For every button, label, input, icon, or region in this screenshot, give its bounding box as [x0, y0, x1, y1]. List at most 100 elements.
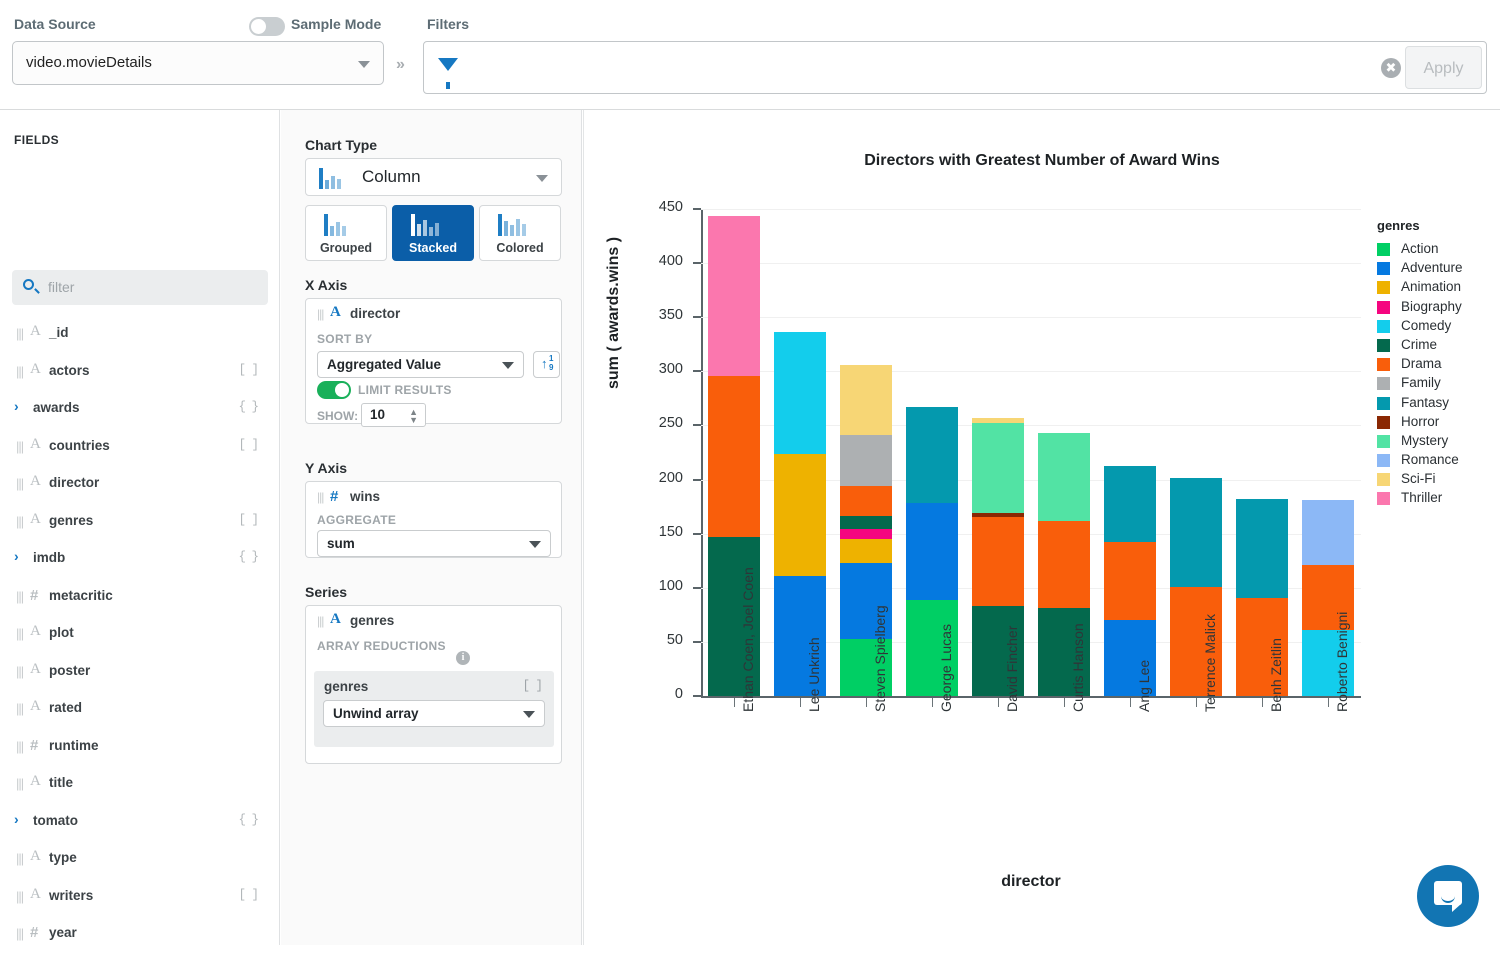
data-source-value: video.movieDetails — [26, 54, 152, 71]
y-axis-field-row[interactable]: ||| # wins — [306, 482, 561, 508]
drag-handle-icon[interactable]: ||| — [16, 626, 23, 641]
legend-item[interactable]: Drama — [1377, 355, 1497, 374]
legend-item[interactable]: Comedy — [1377, 317, 1497, 336]
drag-handle-icon[interactable]: ||| — [317, 490, 323, 504]
bar-segment[interactable] — [840, 365, 893, 435]
bar-segment[interactable] — [774, 332, 827, 453]
aggregate-select[interactable]: sum — [317, 530, 551, 557]
field-row-genres[interactable]: |||Agenres[ ] — [0, 503, 280, 541]
legend-item[interactable]: Family — [1377, 374, 1497, 393]
bar-segment[interactable] — [906, 407, 959, 503]
expand-chevron-icon[interactable]: › — [14, 398, 19, 414]
drag-handle-icon[interactable]: ||| — [16, 514, 23, 529]
bar-segment[interactable] — [840, 435, 893, 486]
bar-segment[interactable] — [708, 216, 761, 376]
legend-item[interactable]: Adventure — [1377, 259, 1497, 278]
stepper-icon[interactable]: ▲▼ — [409, 408, 418, 424]
bar-segment[interactable] — [1038, 521, 1091, 609]
field-row-poster[interactable]: |||Aposter — [0, 653, 280, 691]
legend-item[interactable]: Romance — [1377, 451, 1497, 470]
field-row-writers[interactable]: |||Awriters[ ] — [0, 878, 280, 916]
filter-input-container[interactable]: ✖ Apply — [423, 41, 1487, 94]
bar-segment[interactable] — [774, 454, 827, 576]
bar-segment[interactable] — [840, 486, 893, 516]
bar-segment[interactable] — [906, 503, 959, 599]
field-row-tomato[interactable]: ›tomato{ } — [0, 803, 280, 841]
legend-item[interactable]: Biography — [1377, 298, 1497, 317]
drag-handle-icon[interactable]: ||| — [317, 307, 323, 321]
drag-handle-icon[interactable]: ||| — [16, 326, 23, 341]
series-field-row[interactable]: ||| A genres — [306, 606, 561, 632]
field-row-imdb[interactable]: ›imdb{ } — [0, 540, 280, 578]
legend-item[interactable]: Mystery — [1377, 432, 1497, 451]
drag-handle-icon[interactable]: ||| — [16, 739, 23, 754]
apply-button[interactable]: Apply — [1405, 46, 1482, 89]
sort-by-select[interactable]: Aggregated Value — [317, 351, 524, 378]
bar-segment[interactable] — [840, 529, 893, 539]
field-row-runtime[interactable]: |||#runtime — [0, 728, 280, 766]
field-row-rated[interactable]: |||Arated — [0, 690, 280, 728]
limit-results-toggle[interactable] — [317, 381, 351, 399]
chart-mode-grouped[interactable]: Grouped — [305, 205, 387, 261]
drag-handle-icon[interactable]: ||| — [16, 476, 23, 491]
legend-item[interactable]: Horror — [1377, 413, 1497, 432]
bar-segment[interactable] — [1038, 433, 1091, 521]
sample-mode-toggle[interactable] — [249, 17, 285, 36]
field-row-metacritic[interactable]: |||#metacritic — [0, 578, 280, 616]
drag-handle-icon[interactable]: ||| — [16, 664, 23, 679]
field-row-type[interactable]: |||Atype — [0, 840, 280, 878]
bar-segment[interactable] — [840, 516, 893, 529]
field-row-awards[interactable]: ›awards{ } — [0, 390, 280, 428]
drag-handle-icon[interactable]: ||| — [16, 589, 23, 604]
field-type-string-icon: A — [30, 361, 41, 378]
sort-direction-button[interactable]: ↑ 19 — [533, 351, 560, 378]
field-row-countries[interactable]: |||Acountries[ ] — [0, 428, 280, 466]
x-axis-field-row[interactable]: ||| A director — [306, 299, 561, 325]
bar-segment[interactable] — [1104, 542, 1157, 620]
legend-item[interactable]: Thriller — [1377, 489, 1497, 508]
field-row-_id[interactable]: |||A_id — [0, 315, 280, 353]
legend-item[interactable]: Sci-Fi — [1377, 470, 1497, 489]
field-row-year[interactable]: |||#year — [0, 915, 280, 953]
bar-segment[interactable] — [972, 423, 1025, 513]
expand-panel-icon[interactable]: » — [396, 56, 405, 74]
chart-type-select[interactable]: Column — [305, 158, 562, 196]
fields-filter-input[interactable]: filter — [12, 270, 268, 305]
expand-chevron-icon[interactable]: › — [14, 548, 19, 564]
bar-segment[interactable] — [1236, 499, 1289, 597]
drag-handle-icon[interactable]: ||| — [16, 926, 23, 941]
expand-chevron-icon[interactable]: › — [14, 811, 19, 827]
chat-support-button[interactable] — [1417, 865, 1479, 927]
field-row-title[interactable]: |||Atitle — [0, 765, 280, 803]
legend-item[interactable]: Animation — [1377, 278, 1497, 297]
field-row-plot[interactable]: |||Aplot — [0, 615, 280, 653]
reduction-select[interactable]: Unwind array — [323, 700, 545, 727]
drag-handle-icon[interactable]: ||| — [16, 364, 23, 379]
drag-handle-icon[interactable]: ||| — [16, 889, 23, 904]
drag-handle-icon[interactable]: ||| — [16, 776, 23, 791]
drag-handle-icon[interactable]: ||| — [16, 439, 23, 454]
show-count-input[interactable]: 10 ▲▼ — [361, 403, 426, 427]
drag-handle-icon[interactable]: ||| — [16, 701, 23, 716]
chart-mode-stacked[interactable]: Stacked — [392, 205, 474, 261]
field-row-actors[interactable]: |||Aactors[ ] — [0, 353, 280, 391]
data-source-select[interactable]: video.movieDetails — [12, 41, 384, 85]
chart-mode-colored[interactable]: Colored — [479, 205, 561, 261]
info-icon[interactable]: i — [456, 651, 470, 665]
bar-segment[interactable] — [840, 539, 893, 563]
bar-segment[interactable] — [1104, 466, 1157, 543]
clear-filter-icon[interactable]: ✖ — [1381, 58, 1401, 78]
bar-segment[interactable] — [1302, 500, 1355, 565]
bar-segment[interactable] — [972, 513, 1025, 517]
bar-segment[interactable] — [1170, 478, 1223, 586]
drag-handle-icon[interactable]: ||| — [317, 614, 323, 628]
bar-segment[interactable] — [972, 517, 1025, 606]
bar-segment[interactable] — [972, 418, 1025, 423]
legend-swatch — [1377, 281, 1390, 294]
field-row-director[interactable]: |||Adirector — [0, 465, 280, 503]
bar-segment[interactable] — [708, 376, 761, 537]
legend-item[interactable]: Action — [1377, 240, 1497, 259]
drag-handle-icon[interactable]: ||| — [16, 851, 23, 866]
legend-item[interactable]: Fantasy — [1377, 394, 1497, 413]
legend-item[interactable]: Crime — [1377, 336, 1497, 355]
